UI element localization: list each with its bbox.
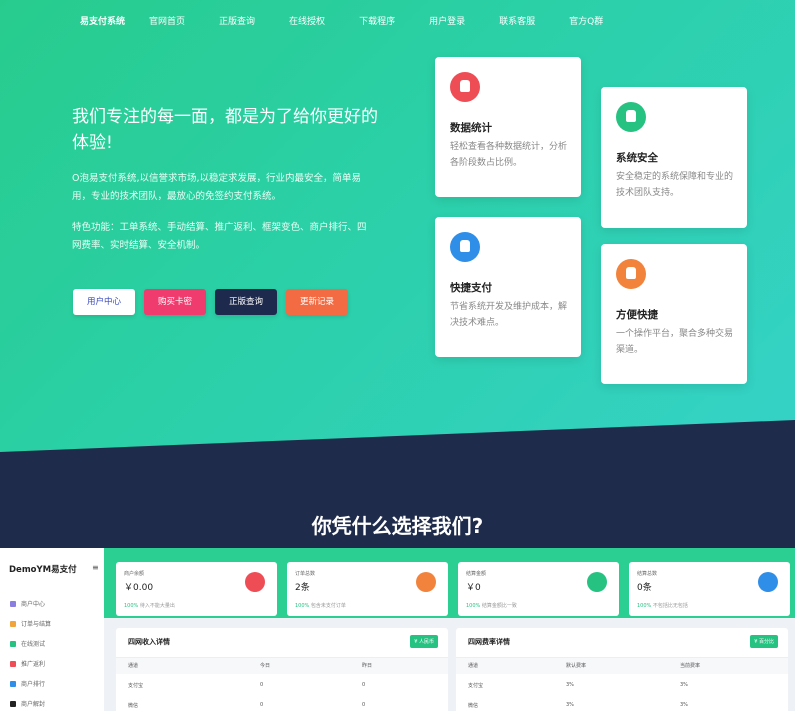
card-title: 系统安全 bbox=[616, 152, 658, 164]
section-title: 你凭什么选择我们? bbox=[311, 514, 484, 538]
table-cell: 3% bbox=[566, 682, 574, 688]
table-header bbox=[116, 657, 448, 674]
sidebar-item-online-test[interactable]: 在线测试 bbox=[10, 639, 45, 648]
sidebar-item-unblock[interactable]: 商户解封 bbox=[10, 699, 45, 708]
stat-note: 100% 结算金额比一致 bbox=[466, 603, 517, 609]
payment-icon bbox=[450, 232, 480, 262]
order-icon bbox=[10, 621, 16, 627]
nav-item-download[interactable]: 下载程序 bbox=[359, 14, 395, 27]
buy-card-button[interactable]: 购买卡密 bbox=[144, 289, 206, 315]
user-center-button[interactable]: 用户中心 bbox=[73, 289, 135, 315]
column-header: 默认费率 bbox=[566, 663, 587, 669]
stat-card-balance: 商户余额 ￥0.00 100% 待入不能大量出 bbox=[116, 562, 277, 616]
nav-item-login[interactable]: 用户登录 bbox=[429, 14, 465, 27]
hero-buttons: 用户中心 购买卡密 正版查询 更新记录 bbox=[73, 289, 348, 315]
card-description: 轻松查看各种数据统计，分析各阶段数占比例。 bbox=[450, 142, 568, 168]
bar-chart-icon bbox=[10, 681, 16, 687]
stat-note: 100% 不包括比无包括 bbox=[637, 603, 688, 609]
stat-label: 订单总数 bbox=[295, 571, 316, 577]
stat-value: ￥0 bbox=[466, 583, 481, 593]
dashboard-preview: DemoYM易支付 ≡ 商户中心 订单与结算 在线测试 推广返利 商户排行 商户… bbox=[0, 548, 795, 711]
stat-label: 结算金额 bbox=[466, 571, 487, 577]
sidebar-item-orders[interactable]: 订单与结算 bbox=[10, 619, 51, 628]
stat-label: 商户余额 bbox=[124, 571, 145, 577]
panel-title: 四网费率详情 bbox=[468, 638, 510, 646]
stat-value: 2条 bbox=[295, 583, 310, 593]
card-description: 安全稳定的系统保障和专业的技术团队支持。 bbox=[616, 172, 734, 198]
panel-title: 四网收入详情 bbox=[128, 638, 170, 646]
nav-item-verify[interactable]: 正版查询 bbox=[219, 14, 255, 27]
hero-title: 我们专注的每一面，都是为了给你更好的体验! bbox=[72, 107, 378, 153]
diamond-icon bbox=[245, 572, 265, 592]
card-title: 数据统计 bbox=[450, 122, 492, 134]
gift-icon bbox=[10, 661, 16, 667]
table-cell: 0 bbox=[260, 702, 264, 708]
table-cell: 微信 bbox=[128, 703, 139, 709]
column-header: 当前费率 bbox=[680, 663, 701, 669]
stat-card-orders: 订单总数 2条 100% 包含未支付订单 bbox=[287, 562, 448, 616]
panel-tag: ¥ 人民币 bbox=[410, 635, 438, 648]
hero-description: O泡易支付系统,以信誉求市场,以稳定求发展，行业内最安全，简单易用，专业的技术团… bbox=[72, 173, 362, 202]
feature-card-convenient: 方便快捷 一个操作平台，聚合多种交易渠道。 bbox=[601, 244, 747, 384]
feature-card-security: 系统安全 安全稳定的系统保障和专业的技术团队支持。 bbox=[601, 87, 747, 228]
income-panel: 四网收入详情 ¥ 人民币 通道 今日 昨日 支付宝 0 0 微信 0 0 bbox=[116, 628, 448, 711]
bar-chart-icon bbox=[758, 572, 778, 592]
shield-icon bbox=[616, 102, 646, 132]
column-header: 通道 bbox=[468, 663, 479, 669]
table-cell: 0 bbox=[362, 682, 366, 688]
table-cell: 3% bbox=[566, 702, 574, 708]
nav-item-home[interactable]: 官网首页 bbox=[149, 14, 185, 27]
top-nav: 易支付系统 官网首页 正版查询 在线授权 下载程序 用户登录 联系客服 官方Q群 bbox=[80, 14, 637, 27]
nav-item-license[interactable]: 在线授权 bbox=[289, 14, 325, 27]
panel-tag: ¥ 百分比 bbox=[750, 635, 778, 648]
test-icon bbox=[10, 641, 16, 647]
card-description: 节省系统开发及维护成本，解决技术难点。 bbox=[450, 302, 568, 328]
menu-toggle-icon[interactable]: ≡ bbox=[92, 563, 99, 572]
hero-features: 特色功能：工单系统、手动结算、推广返利、框架变色、商户排行、四网费率、实时结算、… bbox=[72, 222, 367, 251]
order-icon bbox=[416, 572, 436, 592]
stat-label: 结算总数 bbox=[637, 571, 658, 577]
dashboard-logo: DemoYM易支付 bbox=[9, 565, 77, 575]
table-cell: 支付宝 bbox=[468, 683, 484, 689]
changelog-button[interactable]: 更新记录 bbox=[286, 289, 348, 315]
stat-value: ￥0.00 bbox=[124, 583, 154, 593]
feature-card-fast-pay: 快捷支付 节省系统开发及维护成本，解决技术难点。 bbox=[435, 217, 581, 357]
table-cell: 0 bbox=[362, 702, 366, 708]
user-icon bbox=[10, 601, 16, 607]
feature-card-data-stats: 数据统计 轻松查看各种数据统计，分析各阶段数占比例。 bbox=[435, 57, 581, 197]
stat-note: 100% 包含未支付订单 bbox=[295, 603, 346, 609]
table-cell: 支付宝 bbox=[128, 683, 144, 689]
sidebar-item-referral[interactable]: 推广返利 bbox=[10, 659, 45, 668]
column-header: 昨日 bbox=[362, 663, 373, 669]
card-title: 快捷支付 bbox=[450, 282, 492, 294]
wallet-icon bbox=[587, 572, 607, 592]
rate-panel: 四网费率详情 ¥ 百分比 通道 默认费率 当前费率 支付宝 3% 3% 微信 3… bbox=[456, 628, 788, 711]
table-cell: 3% bbox=[680, 702, 688, 708]
lock-icon bbox=[10, 701, 16, 707]
sidebar-item-ranking[interactable]: 商户排行 bbox=[10, 679, 45, 688]
card-description: 一个操作平台，聚合多种交易渠道。 bbox=[616, 329, 734, 355]
stat-card-settlement-count: 结算总数 0条 100% 不包括比无包括 bbox=[629, 562, 790, 616]
sidebar-item-merchant-center[interactable]: 商户中心 bbox=[10, 599, 45, 608]
table-cell: 微信 bbox=[468, 703, 479, 709]
card-title: 方便快捷 bbox=[616, 309, 658, 321]
stat-note: 100% 待入不能大量出 bbox=[124, 603, 175, 609]
nav-item-support[interactable]: 联系客服 bbox=[499, 14, 535, 27]
dashboard-sidebar: DemoYM易支付 ≡ 商户中心 订单与结算 在线测试 推广返利 商户排行 商户… bbox=[0, 548, 104, 711]
verify-button[interactable]: 正版查询 bbox=[215, 289, 277, 315]
stat-value: 0条 bbox=[637, 583, 652, 593]
column-header: 通道 bbox=[128, 663, 139, 669]
table-cell: 3% bbox=[680, 682, 688, 688]
nav-item-qq-group[interactable]: 官方Q群 bbox=[569, 14, 603, 27]
chart-icon bbox=[450, 72, 480, 102]
dashboard-main: 商户余额 ￥0.00 100% 待入不能大量出 订单总数 2条 100% 包含未… bbox=[104, 548, 795, 711]
nav-brand[interactable]: 易支付系统 bbox=[80, 14, 125, 27]
table-cell: 0 bbox=[260, 682, 264, 688]
column-header: 今日 bbox=[260, 663, 271, 669]
table-header bbox=[456, 657, 788, 674]
hand-icon bbox=[616, 259, 646, 289]
stat-card-settlement-amount: 结算金额 ￥0 100% 结算金额比一致 bbox=[458, 562, 619, 616]
